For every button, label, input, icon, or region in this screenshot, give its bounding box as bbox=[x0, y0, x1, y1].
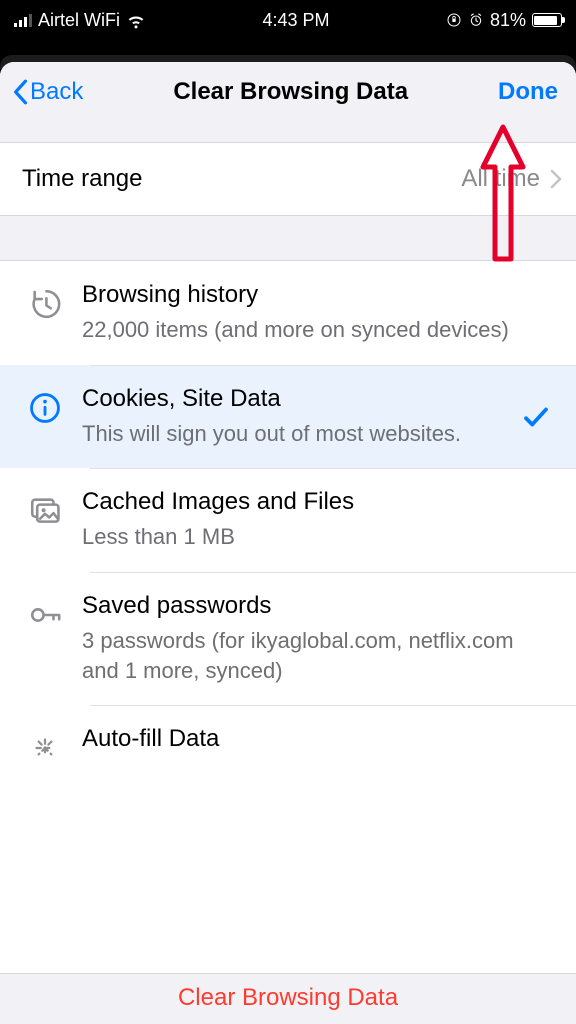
row-autofill[interactable]: Auto-fill Data bbox=[0, 705, 576, 785]
page-title: Clear Browsing Data bbox=[173, 78, 408, 106]
history-icon bbox=[22, 281, 68, 321]
status-right: 81% bbox=[446, 10, 562, 31]
row-subtitle: Less than 1 MB bbox=[82, 522, 554, 552]
signal-icon bbox=[14, 13, 32, 27]
nav-bar: Back Clear Browsing Data Done bbox=[0, 62, 576, 142]
section-gap bbox=[0, 216, 576, 260]
row-cached-images[interactable]: Cached Images and Files Less than 1 MB bbox=[0, 468, 576, 572]
data-type-list: Browsing history 22,000 items (and more … bbox=[0, 261, 576, 1024]
clear-action-bar[interactable]: Clear Browsing Data bbox=[0, 973, 576, 1024]
status-time: 4:43 PM bbox=[262, 10, 329, 31]
status-left: Airtel WiFi bbox=[14, 10, 146, 31]
carrier-label: Airtel WiFi bbox=[38, 10, 120, 31]
row-title: Browsing history bbox=[82, 281, 554, 309]
info-icon bbox=[22, 385, 68, 425]
settings-sheet: Back Clear Browsing Data Done Time range… bbox=[0, 62, 576, 1024]
battery-percent: 81% bbox=[490, 10, 526, 31]
row-saved-passwords[interactable]: Saved passwords 3 passwords (for ikyaglo… bbox=[0, 572, 576, 705]
back-button[interactable]: Back bbox=[12, 78, 83, 106]
images-icon bbox=[22, 488, 68, 528]
orientation-lock-icon bbox=[446, 12, 462, 28]
autofill-icon bbox=[22, 725, 68, 765]
status-bar: Airtel WiFi 4:43 PM 81% bbox=[0, 0, 576, 40]
row-title: Auto-fill Data bbox=[82, 725, 554, 753]
row-subtitle: 3 passwords (for ikyaglobal.com, netflix… bbox=[82, 626, 554, 685]
chevron-right-icon bbox=[550, 169, 562, 189]
row-subtitle: This will sign you out of most websites. bbox=[82, 419, 504, 449]
chevron-left-icon bbox=[12, 79, 28, 105]
row-title: Saved passwords bbox=[82, 592, 554, 620]
time-range-row[interactable]: Time range All time bbox=[0, 143, 576, 215]
time-range-label: Time range bbox=[22, 165, 143, 193]
row-title: Cookies, Site Data bbox=[82, 385, 504, 413]
time-range-value: All time bbox=[461, 165, 540, 193]
row-cookies[interactable]: Cookies, Site Data This will sign you ou… bbox=[0, 365, 576, 469]
row-browsing-history[interactable]: Browsing history 22,000 items (and more … bbox=[0, 261, 576, 365]
key-icon bbox=[22, 592, 68, 632]
row-subtitle: 22,000 items (and more on synced devices… bbox=[82, 315, 554, 345]
row-title: Cached Images and Files bbox=[82, 488, 554, 516]
back-label: Back bbox=[30, 78, 83, 106]
alarm-icon bbox=[468, 12, 484, 28]
battery-icon bbox=[532, 13, 562, 27]
wifi-icon bbox=[126, 10, 146, 30]
clear-action-label: Clear Browsing Data bbox=[178, 984, 398, 1011]
checkmark-icon bbox=[518, 402, 554, 432]
done-button[interactable]: Done bbox=[498, 78, 558, 106]
